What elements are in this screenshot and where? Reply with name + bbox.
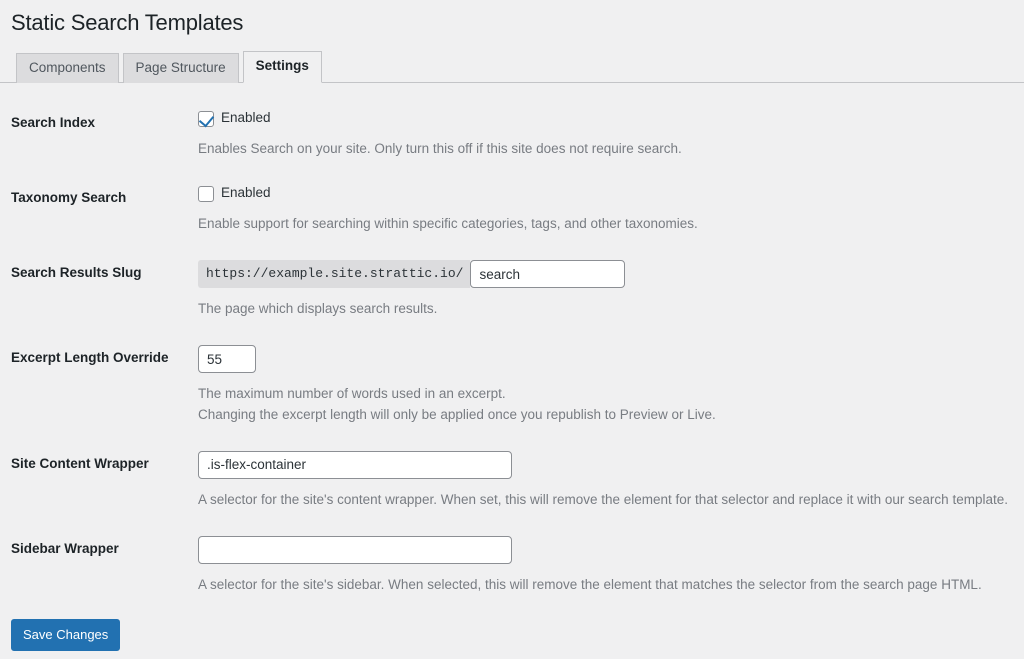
search-index-description: Enables Search on your site. Only turn t… — [198, 140, 682, 156]
excerpt-length-description-line-2: Changing the excerpt length will only be… — [198, 406, 716, 422]
label-search-results-slug: Search Results Slug — [11, 265, 142, 281]
excerpt-length-description-line-1: The maximum number of words used in an e… — [198, 386, 506, 402]
row-site-content-wrapper: Site Content Wrapper A selector for the … — [0, 438, 1024, 523]
taxonomy-search-checkbox-label[interactable]: Enabled — [221, 184, 271, 203]
row-excerpt-length-override: Excerpt Length Override The maximum numb… — [0, 332, 1024, 438]
field-search-index: Enabled Enables Search on your site. Onl… — [198, 97, 1024, 172]
row-taxonomy-search: Taxonomy Search Enabled Enable support f… — [0, 172, 1024, 247]
save-changes-button[interactable]: Save Changes — [11, 619, 121, 652]
settings-form-table: Search Index Enabled Enables Search on y… — [0, 97, 1024, 609]
search-index-checkbox[interactable] — [198, 110, 214, 127]
settings-tab-bar: Components Page Structure Settings — [0, 50, 1024, 83]
label-sidebar-wrapper: Sidebar Wrapper — [11, 541, 119, 557]
sidebar-wrapper-input[interactable] — [198, 536, 512, 565]
search-index-checkbox-row[interactable]: Enabled — [198, 110, 1014, 128]
tab-settings[interactable]: Settings — [242, 50, 322, 83]
label-taxonomy-search: Taxonomy Search — [11, 189, 127, 205]
search-index-checkbox-label[interactable]: Enabled — [221, 109, 271, 128]
label-site-content-wrapper: Site Content Wrapper — [11, 455, 149, 471]
field-search-results-slug: https://example.site.strattic.io/ The pa… — [198, 247, 1024, 332]
field-excerpt-length-override: The maximum number of words used in an e… — [198, 332, 1024, 438]
field-site-content-wrapper: A selector for the site's content wrappe… — [198, 438, 1024, 523]
search-results-slug-input[interactable] — [470, 260, 626, 289]
row-search-index: Search Index Enabled Enables Search on y… — [0, 97, 1024, 172]
site-content-wrapper-input[interactable] — [198, 450, 512, 479]
excerpt-length-input[interactable] — [198, 345, 256, 374]
search-results-slug-description: The page which displays search results. — [198, 301, 438, 317]
field-sidebar-wrapper: A selector for the site's sidebar. When … — [198, 523, 1024, 608]
field-taxonomy-search: Enabled Enable support for searching wit… — [198, 172, 1024, 247]
site-content-wrapper-description: A selector for the site's content wrappe… — [198, 491, 1008, 507]
sidebar-wrapper-description: A selector for the site's sidebar. When … — [198, 577, 982, 593]
submit-area: Save Changes — [0, 608, 1024, 652]
tab-page-structure[interactable]: Page Structure — [122, 52, 239, 83]
page-title: Static Search Templates — [11, 10, 244, 35]
label-search-index: Search Index — [11, 114, 96, 130]
row-search-results-slug: Search Results Slug https://example.site… — [0, 247, 1024, 332]
taxonomy-search-checkbox-row[interactable]: Enabled — [198, 185, 1014, 203]
slug-input-group: https://example.site.strattic.io/ — [198, 260, 1014, 289]
taxonomy-search-checkbox[interactable] — [198, 185, 214, 202]
slug-url-prefix: https://example.site.strattic.io/ — [198, 260, 471, 289]
excerpt-length-description: The maximum number of words used in an e… — [198, 384, 1014, 425]
label-excerpt-length-override: Excerpt Length Override — [11, 350, 169, 366]
row-sidebar-wrapper: Sidebar Wrapper A selector for the site'… — [0, 523, 1024, 608]
taxonomy-search-description: Enable support for searching within spec… — [198, 215, 698, 231]
tab-components[interactable]: Components — [16, 52, 119, 83]
